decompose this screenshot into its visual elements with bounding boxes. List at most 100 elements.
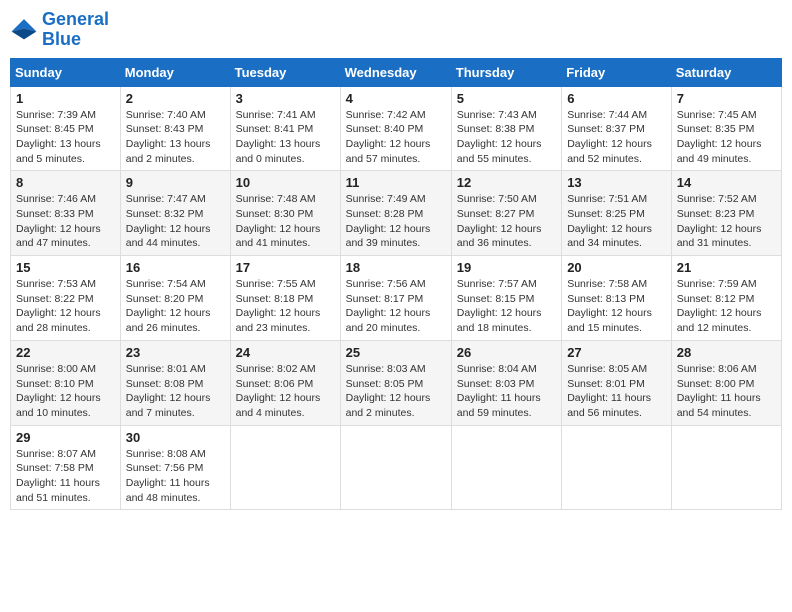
header-thursday: Thursday xyxy=(451,58,561,86)
day-number: 11 xyxy=(346,175,446,190)
page-header: General Blue xyxy=(10,10,782,50)
empty-cell xyxy=(230,425,340,510)
day-info: Sunrise: 7:54 AM Sunset: 8:20 PM Dayligh… xyxy=(126,277,225,336)
day-number: 30 xyxy=(126,430,225,445)
logo: General Blue xyxy=(10,10,109,50)
day-number: 2 xyxy=(126,91,225,106)
empty-cell xyxy=(671,425,781,510)
week-row-2: 8 Sunrise: 7:46 AM Sunset: 8:33 PM Daylig… xyxy=(11,171,782,256)
day-cell-4: 4 Sunrise: 7:42 AM Sunset: 8:40 PM Daylig… xyxy=(340,86,451,171)
day-cell-27: 27 Sunrise: 8:05 AM Sunset: 8:01 PM Dayli… xyxy=(562,340,672,425)
day-number: 13 xyxy=(567,175,666,190)
day-cell-29: 29Sunrise: 8:07 AM Sunset: 7:58 PM Dayli… xyxy=(11,425,121,510)
week-row-4: 22 Sunrise: 8:00 AM Sunset: 8:10 PM Dayli… xyxy=(11,340,782,425)
day-number: 3 xyxy=(236,91,335,106)
day-info: Sunrise: 7:39 AM Sunset: 8:45 PM Dayligh… xyxy=(16,108,115,167)
day-number: 15 xyxy=(16,260,115,275)
day-info: Sunrise: 7:59 AM Sunset: 8:12 PM Dayligh… xyxy=(677,277,776,336)
day-info: Sunrise: 7:57 AM Sunset: 8:15 PM Dayligh… xyxy=(457,277,556,336)
day-cell-28: 28 Sunrise: 8:06 AM Sunset: 8:00 PM Dayli… xyxy=(671,340,781,425)
header-sunday: Sunday xyxy=(11,58,121,86)
day-number: 17 xyxy=(236,260,335,275)
day-info: Sunrise: 7:56 AM Sunset: 8:17 PM Dayligh… xyxy=(346,277,446,336)
day-info: Sunrise: 8:05 AM Sunset: 8:01 PM Dayligh… xyxy=(567,362,666,421)
day-number: 21 xyxy=(677,260,776,275)
day-number: 5 xyxy=(457,91,556,106)
day-info: Sunrise: 8:02 AM Sunset: 8:06 PM Dayligh… xyxy=(236,362,335,421)
day-info: Sunrise: 7:44 AM Sunset: 8:37 PM Dayligh… xyxy=(567,108,666,167)
day-cell-2: 2 Sunrise: 7:40 AM Sunset: 8:43 PM Daylig… xyxy=(120,86,230,171)
day-number: 20 xyxy=(567,260,666,275)
day-info: Sunrise: 7:45 AM Sunset: 8:35 PM Dayligh… xyxy=(677,108,776,167)
day-number: 7 xyxy=(677,91,776,106)
day-cell-15: 15 Sunrise: 7:53 AM Sunset: 8:22 PM Dayli… xyxy=(11,256,121,341)
header-friday: Friday xyxy=(562,58,672,86)
day-info: Sunrise: 8:07 AM Sunset: 7:58 PM Dayligh… xyxy=(16,447,115,506)
day-info: Sunrise: 7:42 AM Sunset: 8:40 PM Dayligh… xyxy=(346,108,446,167)
day-cell-3: 3 Sunrise: 7:41 AM Sunset: 8:41 PM Daylig… xyxy=(230,86,340,171)
day-cell-26: 26 Sunrise: 8:04 AM Sunset: 8:03 PM Dayli… xyxy=(451,340,561,425)
day-info: Sunrise: 8:06 AM Sunset: 8:00 PM Dayligh… xyxy=(677,362,776,421)
day-cell-18: 18Sunrise: 7:56 AM Sunset: 8:17 PM Dayli… xyxy=(340,256,451,341)
day-cell-19: 19 Sunrise: 7:57 AM Sunset: 8:15 PM Dayli… xyxy=(451,256,561,341)
day-cell-7: 7 Sunrise: 7:45 AM Sunset: 8:35 PM Daylig… xyxy=(671,86,781,171)
day-cell-9: 9 Sunrise: 7:47 AM Sunset: 8:32 PM Daylig… xyxy=(120,171,230,256)
day-info: Sunrise: 7:53 AM Sunset: 8:22 PM Dayligh… xyxy=(16,277,115,336)
day-cell-5: 5 Sunrise: 7:43 AM Sunset: 8:38 PM Daylig… xyxy=(451,86,561,171)
day-number: 22 xyxy=(16,345,115,360)
day-info: Sunrise: 7:43 AM Sunset: 8:38 PM Dayligh… xyxy=(457,108,556,167)
day-number: 10 xyxy=(236,175,335,190)
day-info: Sunrise: 7:47 AM Sunset: 8:32 PM Dayligh… xyxy=(126,192,225,251)
header-monday: Monday xyxy=(120,58,230,86)
header-tuesday: Tuesday xyxy=(230,58,340,86)
day-cell-20: 20Sunrise: 7:58 AM Sunset: 8:13 PM Dayli… xyxy=(562,256,672,341)
day-number: 1 xyxy=(16,91,115,106)
empty-cell xyxy=(340,425,451,510)
day-number: 12 xyxy=(457,175,556,190)
day-number: 26 xyxy=(457,345,556,360)
calendar-table: SundayMondayTuesdayWednesdayThursdayFrid… xyxy=(10,58,782,511)
day-cell-30: 30 Sunrise: 8:08 AM Sunset: 7:56 PM Dayli… xyxy=(120,425,230,510)
logo-icon xyxy=(10,16,38,44)
week-row-1: 1 Sunrise: 7:39 AM Sunset: 8:45 PM Daylig… xyxy=(11,86,782,171)
day-info: Sunrise: 7:46 AM Sunset: 8:33 PM Dayligh… xyxy=(16,192,115,251)
day-number: 8 xyxy=(16,175,115,190)
day-info: Sunrise: 7:55 AM Sunset: 8:18 PM Dayligh… xyxy=(236,277,335,336)
day-cell-23: 23Sunrise: 8:01 AM Sunset: 8:08 PM Dayli… xyxy=(120,340,230,425)
day-number: 25 xyxy=(346,345,446,360)
week-row-3: 15 Sunrise: 7:53 AM Sunset: 8:22 PM Dayli… xyxy=(11,256,782,341)
empty-cell xyxy=(451,425,561,510)
day-number: 14 xyxy=(677,175,776,190)
header-saturday: Saturday xyxy=(671,58,781,86)
day-info: Sunrise: 7:41 AM Sunset: 8:41 PM Dayligh… xyxy=(236,108,335,167)
day-number: 9 xyxy=(126,175,225,190)
day-number: 27 xyxy=(567,345,666,360)
day-number: 24 xyxy=(236,345,335,360)
day-cell-12: 12 Sunrise: 7:50 AM Sunset: 8:27 PM Dayli… xyxy=(451,171,561,256)
day-cell-25: 25 Sunrise: 8:03 AM Sunset: 8:05 PM Dayli… xyxy=(340,340,451,425)
day-info: Sunrise: 8:00 AM Sunset: 8:10 PM Dayligh… xyxy=(16,362,115,421)
day-cell-10: 10 Sunrise: 7:48 AM Sunset: 8:30 PM Dayli… xyxy=(230,171,340,256)
day-number: 16 xyxy=(126,260,225,275)
day-cell-14: 14Sunrise: 7:52 AM Sunset: 8:23 PM Dayli… xyxy=(671,171,781,256)
day-number: 4 xyxy=(346,91,446,106)
day-info: Sunrise: 7:51 AM Sunset: 8:25 PM Dayligh… xyxy=(567,192,666,251)
logo-text: General Blue xyxy=(42,10,109,50)
day-info: Sunrise: 8:01 AM Sunset: 8:08 PM Dayligh… xyxy=(126,362,225,421)
day-number: 6 xyxy=(567,91,666,106)
day-info: Sunrise: 8:08 AM Sunset: 7:56 PM Dayligh… xyxy=(126,447,225,506)
day-cell-6: 6 Sunrise: 7:44 AM Sunset: 8:37 PM Daylig… xyxy=(562,86,672,171)
day-number: 28 xyxy=(677,345,776,360)
day-info: Sunrise: 7:40 AM Sunset: 8:43 PM Dayligh… xyxy=(126,108,225,167)
day-info: Sunrise: 7:48 AM Sunset: 8:30 PM Dayligh… xyxy=(236,192,335,251)
day-info: Sunrise: 7:50 AM Sunset: 8:27 PM Dayligh… xyxy=(457,192,556,251)
day-cell-22: 22 Sunrise: 8:00 AM Sunset: 8:10 PM Dayli… xyxy=(11,340,121,425)
day-number: 19 xyxy=(457,260,556,275)
day-info: Sunrise: 8:03 AM Sunset: 8:05 PM Dayligh… xyxy=(346,362,446,421)
day-info: Sunrise: 8:04 AM Sunset: 8:03 PM Dayligh… xyxy=(457,362,556,421)
calendar-header-row: SundayMondayTuesdayWednesdayThursdayFrid… xyxy=(11,58,782,86)
day-cell-8: 8 Sunrise: 7:46 AM Sunset: 8:33 PM Daylig… xyxy=(11,171,121,256)
day-cell-16: 16 Sunrise: 7:54 AM Sunset: 8:20 PM Dayli… xyxy=(120,256,230,341)
day-cell-1: 1 Sunrise: 7:39 AM Sunset: 8:45 PM Daylig… xyxy=(11,86,121,171)
empty-cell xyxy=(562,425,672,510)
